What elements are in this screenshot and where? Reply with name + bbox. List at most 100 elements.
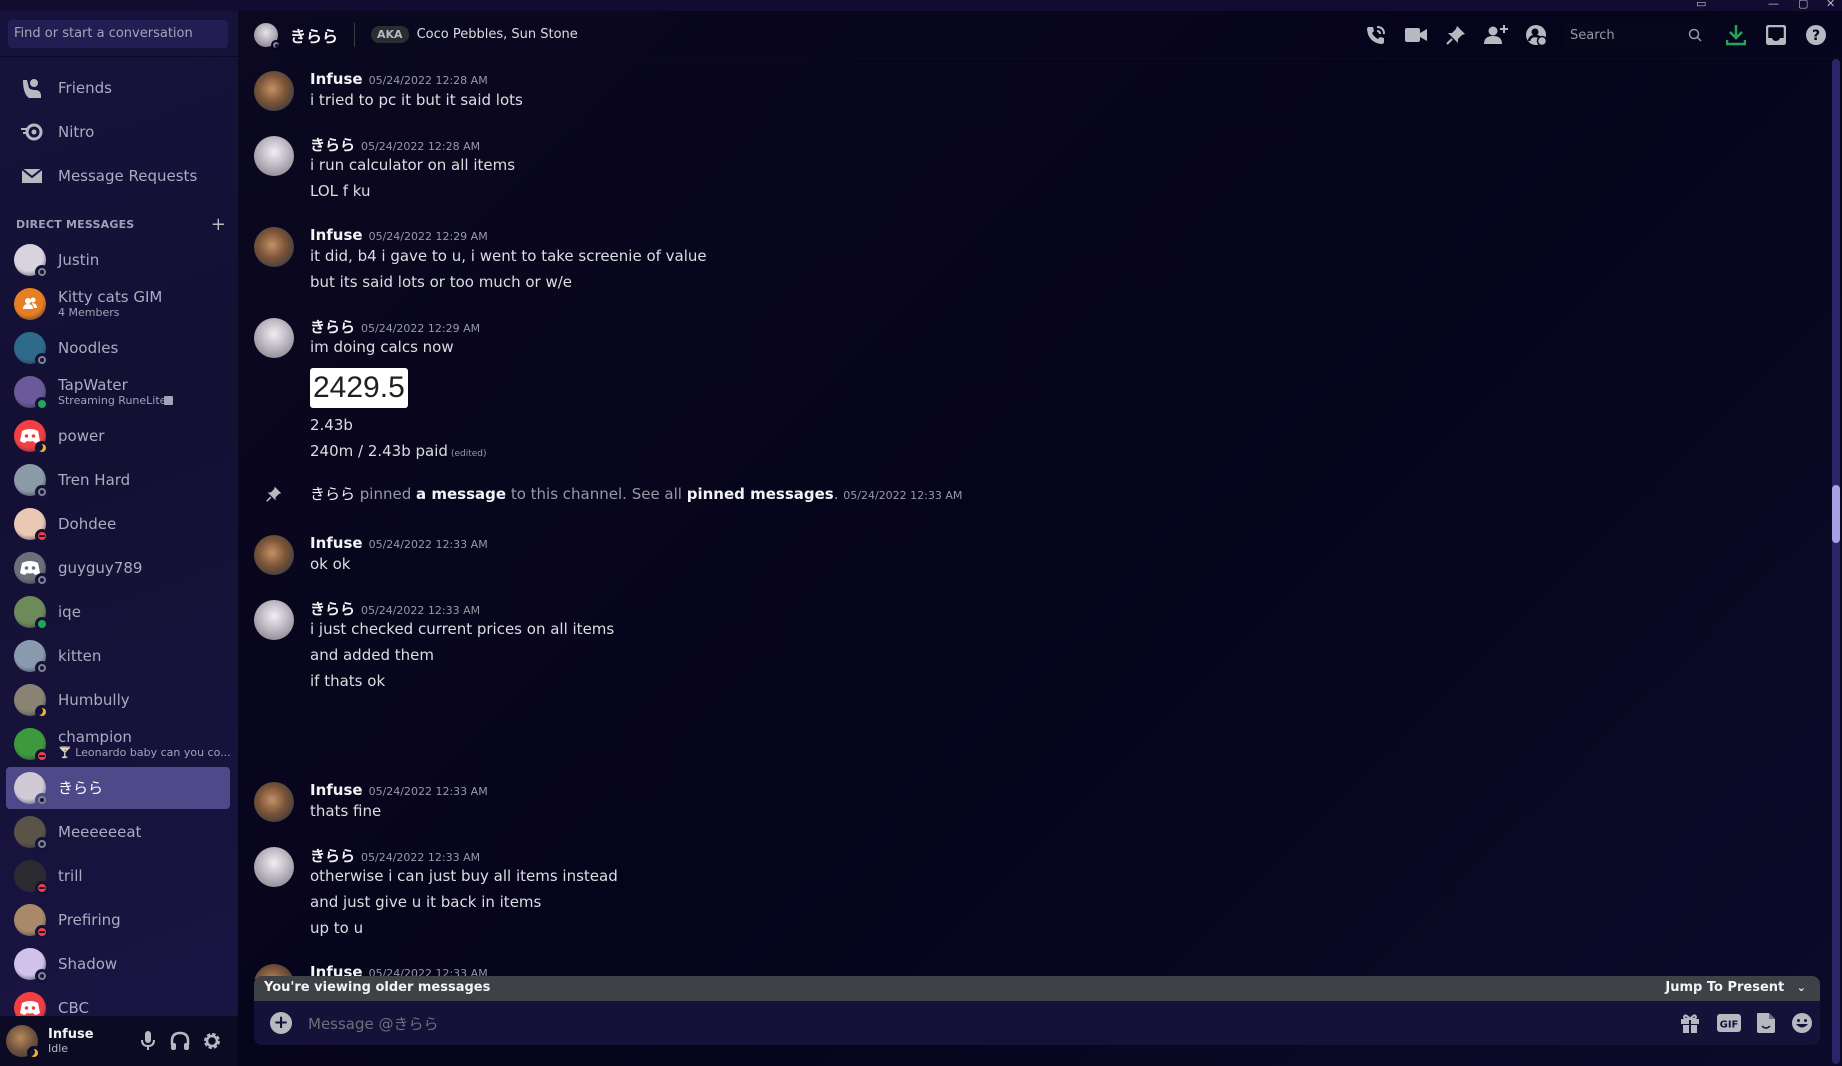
message-avatar[interactable] <box>254 227 294 267</box>
dm-item[interactable]: Shadow <box>6 943 230 985</box>
header-search-input[interactable]: Search <box>1564 23 1708 47</box>
dm-item[interactable]: Noodles <box>6 327 230 369</box>
message-text: i just checked current prices on all ite… <box>310 620 615 638</box>
user-info[interactable]: Infuse Idle <box>48 1027 94 1055</box>
dm-item[interactable]: TapWater Streaming RuneLite <box>6 371 230 413</box>
message-avatar[interactable] <box>254 600 294 640</box>
message-avatar[interactable] <box>254 318 294 358</box>
dm-name: Shadow <box>58 954 118 973</box>
message-avatar[interactable] <box>254 136 294 176</box>
dm-item[interactable]: Justin <box>6 239 230 281</box>
dm-text: kitten <box>58 648 101 665</box>
emoji-icon[interactable] <box>1790 1011 1814 1035</box>
message-author[interactable]: きらら <box>310 847 355 865</box>
message-timestamp: 05/24/2022 12:29 AM <box>368 230 488 243</box>
gift-icon[interactable] <box>1678 1011 1702 1035</box>
dm-avatar <box>14 904 49 939</box>
minimize-button[interactable]: — <box>1768 0 1779 10</box>
window-titlebar: ▭ — ▢ ✕ <box>0 0 1842 11</box>
dm-text: Meeeeeeat <box>58 824 141 841</box>
dm-avatar <box>14 684 49 719</box>
add-friend-to-dm-icon[interactable] <box>1484 23 1508 47</box>
close-button[interactable]: ✕ <box>1826 0 1835 10</box>
pinned-message-link[interactable]: a message <box>416 485 506 503</box>
status-dnd-icon <box>35 749 49 763</box>
download-icon[interactable] <box>1724 23 1748 47</box>
dm-item[interactable]: きらら <box>6 767 230 809</box>
message-author[interactable]: Infuse <box>310 70 363 88</box>
status-idle-icon <box>27 1046 41 1060</box>
channel-title[interactable]: きらら <box>290 23 338 47</box>
inbox-icon[interactable] <box>1764 23 1788 47</box>
dm-avatar <box>14 376 49 411</box>
message-text: 240m / 2.43b paid (edited) <box>310 442 487 460</box>
direct-messages-label: DIRECT MESSAGES <box>16 218 135 231</box>
message-input[interactable]: Message @きらら <box>308 1013 439 1034</box>
message-author[interactable]: きらら <box>310 600 355 618</box>
aka-badge: AKA <box>371 26 409 43</box>
activity-details-icon <box>164 396 173 405</box>
dm-text: Kitty cats GIM 4 Members <box>58 289 162 319</box>
user-avatar[interactable] <box>6 1025 41 1060</box>
dm-text: champion 🍸 Leonardo baby can you co... <box>58 729 231 759</box>
dm-name: guyguy789 <box>58 558 143 577</box>
dm-item[interactable]: Humbully <box>6 679 230 721</box>
find-conversation-input[interactable]: Find or start a conversation <box>8 20 228 48</box>
dm-text: CBC <box>58 1000 89 1017</box>
jump-to-present-button[interactable]: Jump To Present ⌄ <box>1665 980 1806 995</box>
message-author[interactable]: きらら <box>310 318 355 336</box>
dm-item[interactable]: guyguy789 <box>6 547 230 589</box>
message-author[interactable]: Infuse <box>310 781 363 799</box>
message-avatar[interactable] <box>254 71 294 111</box>
header-avatar[interactable] <box>254 22 281 50</box>
dm-item[interactable]: Meeeeeeat <box>6 811 230 853</box>
settings-gear-icon[interactable] <box>200 1029 224 1053</box>
message-image-attachment[interactable]: 2429.5 <box>310 368 408 408</box>
maximize-button[interactable]: ▢ <box>1798 0 1808 10</box>
system-message-author[interactable]: きらら <box>310 485 355 503</box>
dm-text: iqe <box>58 604 81 621</box>
screen-share-icon[interactable]: ▭ <box>1696 0 1706 10</box>
message-author[interactable]: きらら <box>310 136 355 154</box>
older-messages-label: You're viewing older messages <box>264 980 491 995</box>
help-icon[interactable]: ? <box>1804 23 1828 47</box>
dm-avatar <box>14 420 49 455</box>
dm-sidebar: Find or start a conversation Friends Nit… <box>0 11 238 1066</box>
pinned-messages-icon[interactable] <box>1444 23 1468 47</box>
dm-name: Noodles <box>58 338 119 357</box>
video-call-icon[interactable] <box>1404 23 1428 47</box>
scrollbar-thumb[interactable] <box>1832 485 1840 543</box>
message-avatar[interactable] <box>254 782 294 822</box>
system-text-1: pinned <box>355 485 417 503</box>
voice-call-icon[interactable] <box>1364 23 1388 47</box>
dm-item[interactable]: Prefiring <box>6 899 230 941</box>
pinned-messages-link[interactable]: pinned messages <box>687 485 834 503</box>
dm-item[interactable]: Kitty cats GIM 4 Members <box>6 283 230 325</box>
create-dm-button[interactable]: + <box>211 214 226 235</box>
message-author[interactable]: Infuse <box>310 534 363 552</box>
message-scrollbar[interactable] <box>1832 59 1840 1064</box>
dm-item[interactable]: iqe <box>6 591 230 633</box>
gif-icon[interactable]: GIF <box>1716 1011 1742 1035</box>
message-avatar[interactable] <box>254 535 294 575</box>
message-avatar[interactable] <box>254 847 294 887</box>
group-icon <box>23 297 37 309</box>
message-header: Infuse 05/24/2022 12:33 AM <box>310 780 488 799</box>
nav-friends[interactable]: Friends <box>8 68 230 108</box>
user-profile-icon[interactable] <box>1524 23 1548 47</box>
headphones-icon[interactable] <box>168 1029 192 1053</box>
upload-plus-icon[interactable]: + <box>270 1012 292 1034</box>
dm-item[interactable]: power <box>6 415 230 457</box>
dm-item[interactable]: Tren Hard <box>6 459 230 501</box>
sticker-icon[interactable] <box>1754 1011 1778 1035</box>
message-author[interactable]: Infuse <box>310 226 363 244</box>
nav-nitro[interactable]: Nitro <box>8 112 230 152</box>
dm-item[interactable]: kitten <box>6 635 230 677</box>
nav-message-requests[interactable]: Message Requests <box>8 156 230 196</box>
pin-icon <box>266 486 282 506</box>
dm-item[interactable]: Dohdee <box>6 503 230 545</box>
dm-item[interactable]: champion 🍸 Leonardo baby can you co... <box>6 723 231 765</box>
microphone-icon[interactable] <box>136 1029 160 1053</box>
dm-text: Dohdee <box>58 516 116 533</box>
dm-item[interactable]: trill <box>6 855 230 897</box>
